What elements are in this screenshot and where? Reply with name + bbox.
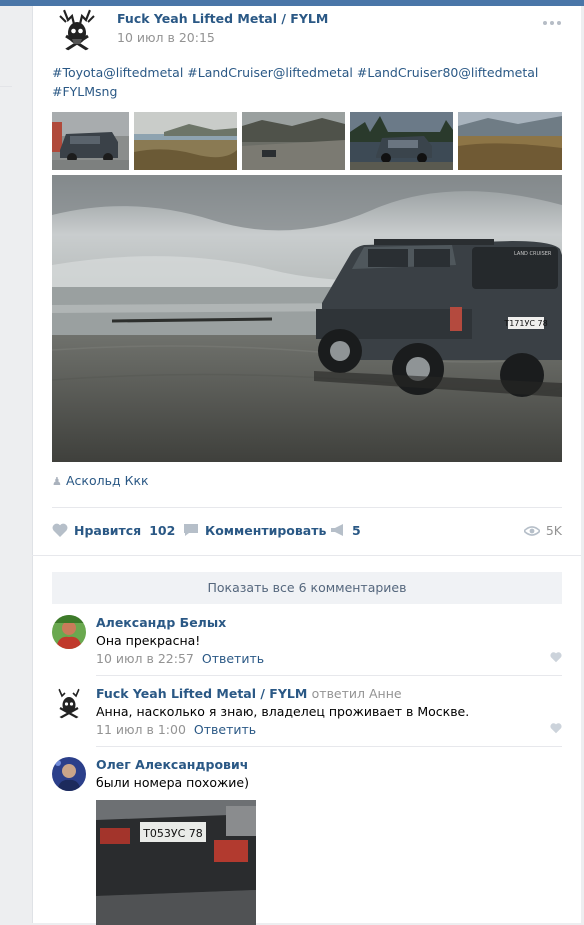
plate-text: Т171УС 78 [503,319,547,328]
divider [52,507,562,508]
commenter-name: Fuck Yeah Lifted Metal / FYLM ответил Ан… [96,686,402,701]
post-author-avatar[interactable] [54,6,100,52]
comment-text: Анна, насколько я знаю, владелец прожива… [96,704,470,719]
comment-icon [184,524,198,536]
comment-item: Fuck Yeah Lifted Metal / FYLM ответил Ан… [52,686,562,742]
commenter-name-link[interactable]: Fuck Yeah Lifted Metal / FYLM [96,686,307,701]
share-count: 5 [352,523,361,538]
post-author-name[interactable]: Fuck Yeah Lifted Metal / FYLM [117,11,328,26]
commenter-avatar[interactable] [52,615,86,649]
photo-thumbnail[interactable] [134,112,237,170]
comment-date[interactable]: 11 июл в 1:00 [96,722,186,737]
like-button[interactable]: Нравится 102 [52,523,175,538]
post-menu-icon[interactable] [543,13,565,25]
hashtag-link[interactable]: #Toyota@liftedmetal [52,65,183,80]
post-signer[interactable]: ♟ Аскольд Ккк [52,473,149,488]
reply-link[interactable]: Ответить [202,651,264,666]
photo-thumbnail[interactable] [52,112,129,170]
like-label: Нравится [74,523,142,538]
comment-item: Александр Белых Она прекрасна! 10 июл в … [52,615,562,671]
comment-date[interactable]: 10 июл в 22:57 [96,651,194,666]
divider [32,555,581,556]
commenter-name[interactable]: Олег Александрович [96,757,248,772]
photo-plate-text: Т053УС 78 [142,827,203,840]
comment-text: Она прекрасна! [96,633,201,648]
post-hashtags: #Toyota@liftedmetal #LandCruiser@liftedm… [52,63,562,101]
comment-item: Олег Александрович были номера похожие) … [52,757,562,925]
replied-to[interactable]: ответил Анне [312,686,402,701]
comment-like-icon[interactable] [550,651,562,663]
post-date[interactable]: 10 июл в 20:15 [117,30,215,45]
comment-label: Комментировать [205,523,327,538]
hashtag-link[interactable]: #LandCruiser@liftedmetal [187,65,353,80]
views-counter: 5K [522,523,562,538]
brand-badge: LAND CRUISER [514,251,552,257]
post-main-photo[interactable]: Т171УС 78 LAND CRUISER [52,175,562,462]
eye-icon [522,526,541,536]
left-gutter [0,6,32,923]
comment-text: были номера похожие) [96,775,249,790]
divider [96,675,562,676]
megaphone-icon [331,524,343,536]
divider [96,746,562,747]
comment-button[interactable]: Комментировать [183,523,326,538]
views-count: 5K [545,523,562,538]
photo-thumbnail[interactable] [242,112,345,170]
hashtag-link[interactable]: #LandCruiser80@liftedmetal [357,65,539,80]
reply-link[interactable]: Ответить [194,722,256,737]
comment-like-icon[interactable] [550,722,562,734]
commenter-avatar[interactable] [52,757,86,791]
signer-name[interactable]: Аскольд Ккк [66,473,149,488]
heart-icon [52,523,68,537]
photo-thumbnail[interactable] [350,112,453,170]
comment-photo[interactable]: Т053УС 78 [96,800,256,925]
post-actions: Нравится 102 Комментировать 5 5K [52,519,562,543]
photo-thumbnail[interactable] [458,112,562,170]
person-icon: ♟ [52,475,62,488]
show-all-comments-button[interactable]: Показать все 6 комментариев [52,572,562,604]
share-button[interactable]: 5 [330,523,361,538]
comment-meta: 11 июл в 1:00 Ответить [96,722,256,737]
commenter-avatar[interactable] [52,686,86,720]
like-count: 102 [149,523,176,538]
hashtag-link[interactable]: #FYLMsng [52,84,117,99]
comment-meta: 10 июл в 22:57 Ответить [96,651,264,666]
commenter-name[interactable]: Александр Белых [96,615,226,630]
